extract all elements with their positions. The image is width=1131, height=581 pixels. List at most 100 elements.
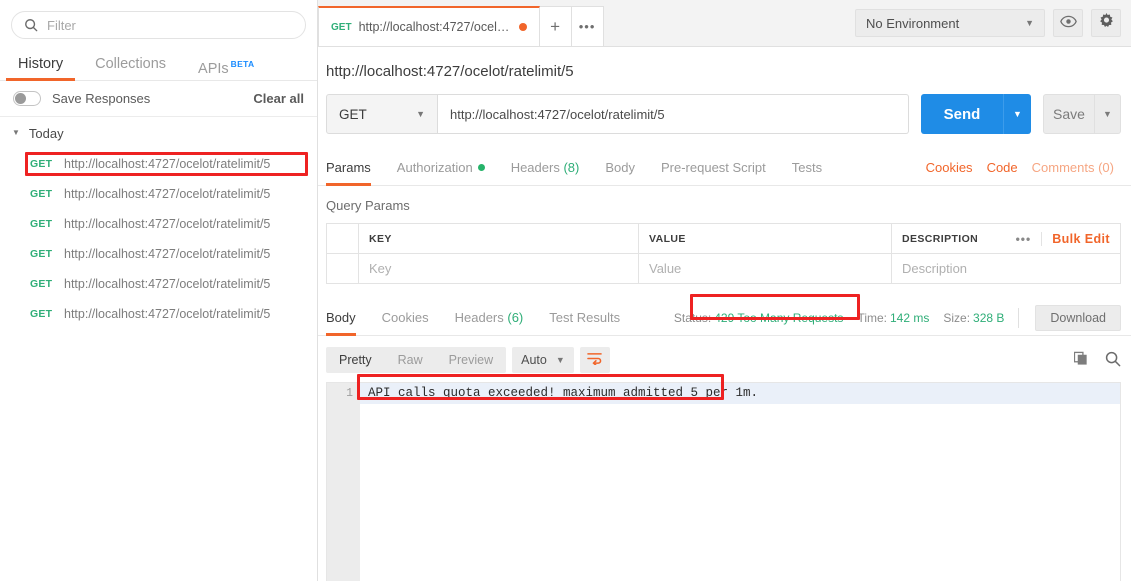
key-input-cell[interactable]: Key bbox=[359, 254, 639, 283]
environment-quick-look-button[interactable] bbox=[1053, 9, 1083, 37]
environment-selector[interactable]: No Environment ▼ bbox=[855, 9, 1045, 37]
response-body-tools bbox=[1073, 351, 1121, 370]
format-selected-label: Auto bbox=[521, 353, 547, 367]
tab-strip-left: GET http://localhost:4727/ocelot/rate + … bbox=[318, 0, 604, 46]
tab-headers-count: (8) bbox=[563, 160, 580, 175]
list-item[interactable]: GET http://localhost:4727/ocelot/ratelim… bbox=[0, 149, 317, 179]
chevron-down-icon: ▼ bbox=[12, 128, 20, 137]
response-tabs: Body Cookies Headers (6) Test Results St… bbox=[318, 300, 1131, 336]
tab-response-body-label: Body bbox=[326, 310, 356, 325]
history-url: http://localhost:4727/ocelot/ratelimit/5 bbox=[64, 157, 271, 171]
format-selector[interactable]: Auto ▼ bbox=[512, 347, 574, 373]
cookies-link[interactable]: Cookies bbox=[919, 160, 980, 175]
tab-test-results[interactable]: Test Results bbox=[536, 300, 633, 335]
tab-response-cookies[interactable]: Cookies bbox=[369, 300, 442, 335]
filter-box[interactable] bbox=[11, 11, 306, 39]
clear-all-button[interactable]: Clear all bbox=[253, 91, 304, 106]
url-input[interactable] bbox=[450, 106, 896, 122]
tab-pre-request-script[interactable]: Pre-request Script bbox=[648, 150, 779, 185]
sidebar-tab-history[interactable]: History bbox=[2, 48, 79, 81]
save-button[interactable]: Save bbox=[1043, 94, 1095, 134]
tab-authorization[interactable]: Authorization bbox=[384, 150, 498, 185]
authorization-status-dot-icon bbox=[477, 164, 485, 171]
header-description: DESCRIPTION bbox=[902, 232, 979, 245]
copy-button[interactable] bbox=[1073, 351, 1089, 369]
history-group-label: Today bbox=[28, 125, 64, 141]
list-item[interactable]: GET http://localhost:4727/ocelot/ratelim… bbox=[0, 209, 317, 239]
tab-pre-request-script-label: Pre-request Script bbox=[660, 160, 766, 175]
list-item[interactable]: GET http://localhost:4727/ocelot/ratelim… bbox=[0, 269, 317, 299]
download-button[interactable]: Download bbox=[1035, 304, 1121, 331]
eye-icon bbox=[1059, 15, 1077, 31]
search-icon bbox=[24, 18, 38, 32]
send-options-button[interactable]: ▼ bbox=[1003, 94, 1031, 134]
view-mode-raw[interactable]: Raw bbox=[385, 347, 436, 373]
row-checkbox-cell[interactable] bbox=[327, 254, 359, 283]
tab-response-headers[interactable]: Headers (6) bbox=[442, 300, 537, 335]
comments-link[interactable]: Comments (0) bbox=[1025, 160, 1121, 175]
word-wrap-icon bbox=[587, 352, 603, 368]
history-url: http://localhost:4727/ocelot/ratelimit/5 bbox=[64, 277, 271, 291]
method-selected-label: GET bbox=[339, 106, 367, 122]
key-placeholder: Key bbox=[369, 261, 392, 276]
page-title: http://localhost:4727/ocelot/ratelimit/5 bbox=[326, 63, 574, 80]
save-options-button[interactable]: ▼ bbox=[1095, 94, 1121, 134]
request-tab-method: GET bbox=[331, 21, 352, 33]
header-description-cell: DESCRIPTION ••• Bulk Edit bbox=[892, 224, 1120, 253]
description-input-cell[interactable]: Description bbox=[892, 254, 1120, 283]
header-key: KEY bbox=[359, 224, 639, 253]
history-method: GET bbox=[30, 248, 53, 260]
view-mode-preview[interactable]: Preview bbox=[436, 347, 506, 373]
settings-button[interactable] bbox=[1091, 9, 1121, 37]
header-checkbox-cell bbox=[327, 224, 359, 253]
time-meta: Time: 142 ms bbox=[857, 311, 929, 325]
list-item[interactable]: GET http://localhost:4727/ocelot/ratelim… bbox=[0, 299, 317, 329]
send-button[interactable]: Send bbox=[921, 94, 1003, 134]
tab-tests[interactable]: Tests bbox=[779, 150, 835, 185]
code-editor[interactable]: 1 API calls quota exceeded! maximum admi… bbox=[326, 382, 1121, 581]
header-value: VALUE bbox=[639, 224, 892, 253]
new-tab-button[interactable]: + bbox=[539, 6, 572, 46]
list-item[interactable]: GET http://localhost:4727/ocelot/ratelim… bbox=[0, 239, 317, 269]
description-placeholder: Description bbox=[902, 261, 968, 276]
toggle-knob bbox=[15, 93, 26, 104]
history-method: GET bbox=[30, 278, 53, 290]
search-input[interactable] bbox=[47, 17, 293, 33]
tab-response-headers-count: (6) bbox=[507, 310, 524, 325]
ellipsis-icon: ••• bbox=[578, 19, 596, 34]
method-selector[interactable]: GET ▼ bbox=[326, 94, 438, 134]
sidebar-tab-apis[interactable]: APIs BETA bbox=[182, 48, 270, 80]
history-url: http://localhost:4727/ocelot/ratelimit/5 bbox=[64, 217, 271, 231]
code-link[interactable]: Code bbox=[980, 160, 1025, 175]
url-input-container[interactable] bbox=[438, 94, 909, 134]
value-input-cell[interactable]: Value bbox=[639, 254, 892, 283]
sidebar-tab-collections[interactable]: Collections bbox=[79, 48, 182, 80]
view-mode-pretty[interactable]: Pretty bbox=[326, 347, 385, 373]
tab-headers-label: Headers bbox=[510, 160, 560, 175]
history-group-today[interactable]: ▼ Today bbox=[0, 117, 317, 149]
filter-container bbox=[0, 0, 317, 48]
status-label: Status: bbox=[673, 310, 712, 325]
tab-response-body[interactable]: Body bbox=[326, 300, 369, 336]
tab-headers[interactable]: Headers (8) bbox=[498, 150, 593, 185]
list-item[interactable]: GET http://localhost:4727/ocelot/ratelim… bbox=[0, 179, 317, 209]
sidebar: History Collections APIsBETA Save Respon… bbox=[0, 0, 318, 581]
tab-body[interactable]: Body bbox=[592, 150, 648, 185]
bulk-edit-button[interactable]: Bulk Edit bbox=[1041, 231, 1110, 246]
gear-icon bbox=[1098, 13, 1115, 33]
tab-options-button[interactable]: ••• bbox=[571, 6, 604, 46]
line-number: 1 bbox=[346, 387, 353, 400]
history-url: http://localhost:4727/ocelot/ratelimit/5 bbox=[64, 187, 271, 201]
plus-icon: + bbox=[550, 16, 561, 36]
chevron-down-icon: ▼ bbox=[1025, 18, 1034, 28]
ellipsis-icon[interactable]: ••• bbox=[1016, 232, 1032, 246]
tab-params[interactable]: Params bbox=[326, 150, 384, 186]
search-body-button[interactable] bbox=[1105, 351, 1121, 370]
view-mode-group: Pretty Raw Preview bbox=[326, 347, 507, 373]
history-method: GET bbox=[30, 158, 53, 170]
history-url: http://localhost:4727/ocelot/ratelimit/5 bbox=[64, 307, 271, 321]
word-wrap-button[interactable] bbox=[579, 347, 610, 373]
request-tab-active[interactable]: GET http://localhost:4727/ocelot/rate bbox=[318, 6, 540, 46]
size-meta: Size: 328 B bbox=[943, 311, 1004, 325]
save-responses-toggle[interactable] bbox=[13, 91, 41, 106]
